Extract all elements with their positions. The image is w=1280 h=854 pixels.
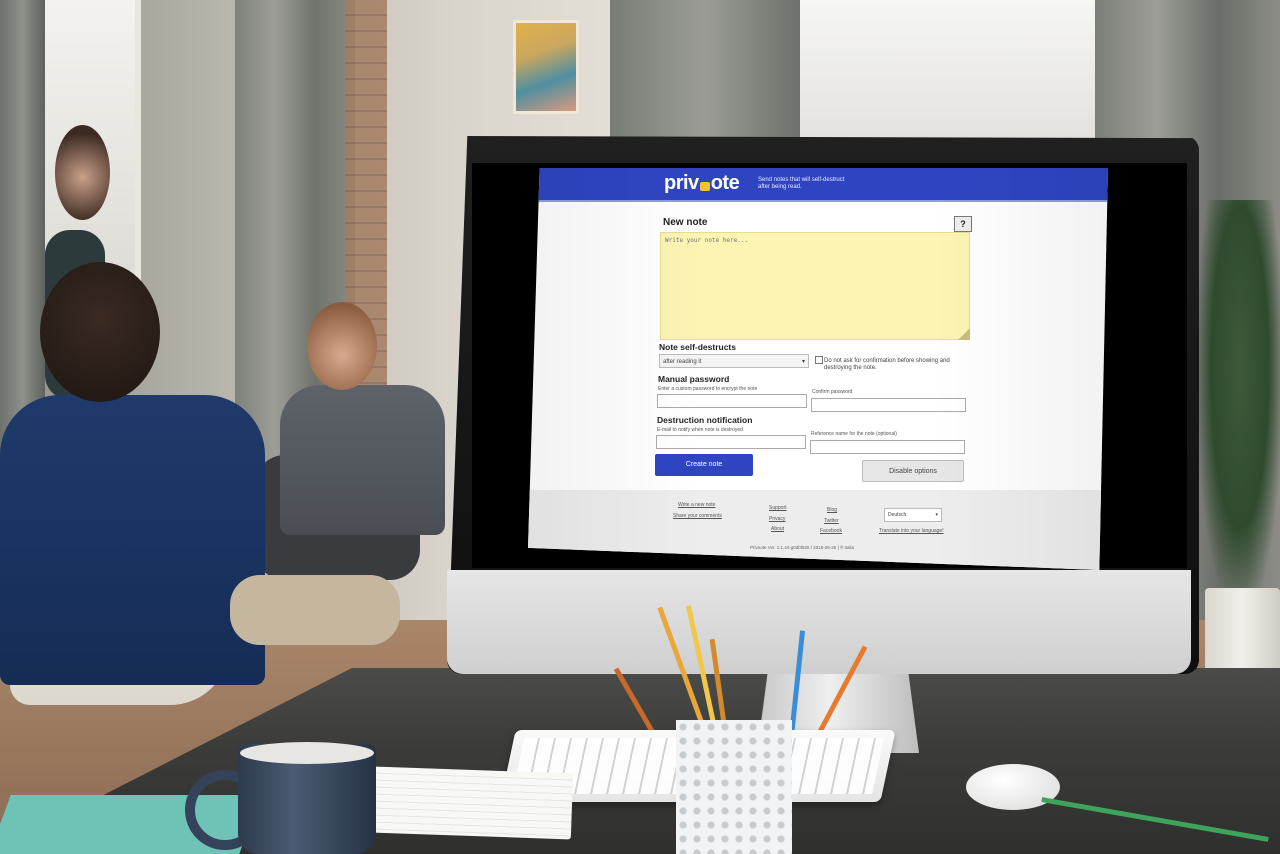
standing-person-head (55, 125, 110, 220)
pencil-cup (676, 720, 792, 854)
language-value: Deutsch (888, 512, 907, 518)
monitor-chin (447, 570, 1191, 674)
footer-link-blog[interactable]: Blog (827, 507, 837, 513)
logo[interactable]: priv ote (664, 172, 740, 195)
reference-label: Reference name for the note (optional) (811, 431, 897, 437)
email-input[interactable] (656, 435, 806, 449)
footer-link-share-comments[interactable]: Share your comments (673, 513, 722, 519)
version-text: Privnote Ver. 1.1.44-g0dbf826 / 2018-06-… (750, 545, 855, 550)
tagline: Send notes that will self-destruct after… (758, 177, 845, 190)
manual-password-heading: Manual password (658, 374, 730, 384)
password-input[interactable] (657, 394, 807, 408)
wall-painting (513, 20, 579, 114)
seated-person (0, 395, 265, 685)
logo-text-start: priv (664, 172, 699, 194)
create-note-button[interactable]: Create note (655, 454, 753, 476)
seated-man-head (307, 302, 377, 390)
curtain (610, 0, 800, 150)
seated-person-head (40, 262, 160, 402)
browser-screen: priv ote Send notes that will self-destru… (528, 168, 1108, 570)
translate-link[interactable]: Translate into your language! (879, 528, 944, 534)
footer-link-twitter[interactable]: Twitter (824, 518, 839, 524)
help-button[interactable]: ? (954, 216, 972, 232)
language-select[interactable]: Deutsch ▾ (884, 508, 942, 522)
mug-rim (240, 742, 374, 764)
reference-input[interactable] (810, 440, 965, 454)
footer-link-support[interactable]: Support (769, 505, 787, 511)
password-label: Enter a custom password to encrypt the n… (658, 386, 758, 392)
chevron-down-icon: ▾ (935, 512, 938, 518)
window-right (795, 0, 1095, 140)
new-note-title: New note (663, 217, 708, 228)
logo-text-end: ote (710, 172, 740, 194)
header-divider (528, 200, 1108, 202)
footer-link-about[interactable]: About (771, 526, 784, 532)
self-destruct-heading: Note self-destructs (659, 342, 736, 352)
self-destruct-select[interactable]: after reading it ▾ (659, 354, 809, 368)
confirm-password-label: Confirm password (812, 389, 853, 395)
disable-options-button[interactable]: Disable options (862, 460, 964, 482)
note-textarea[interactable] (660, 232, 970, 340)
resize-handle-icon[interactable] (958, 328, 970, 340)
footer-link-facebook[interactable]: Facebook (820, 528, 842, 534)
confirm-password-input[interactable] (811, 398, 966, 412)
seated-person-legs (230, 575, 400, 645)
footer-link-write-note[interactable]: Write a new note (678, 502, 715, 508)
mouse (966, 764, 1060, 810)
self-destruct-value: after reading it (663, 359, 702, 365)
destruction-notification-heading: Destruction notification (657, 415, 753, 425)
header-bar: priv ote Send notes that will self-destru… (528, 168, 1108, 200)
email-label: E-mail to notify when note is destroyed (657, 427, 743, 433)
chevron-down-icon: ▾ (801, 359, 805, 365)
seated-man (280, 385, 445, 535)
footer-link-privacy[interactable]: Privacy (769, 516, 785, 522)
confirmation-checkbox[interactable] (815, 356, 823, 364)
confirmation-checkbox-label: Do not ask for confirmation before showi… (824, 358, 950, 371)
lock-icon (699, 182, 710, 191)
plant (1195, 200, 1280, 620)
notebook (370, 766, 574, 840)
